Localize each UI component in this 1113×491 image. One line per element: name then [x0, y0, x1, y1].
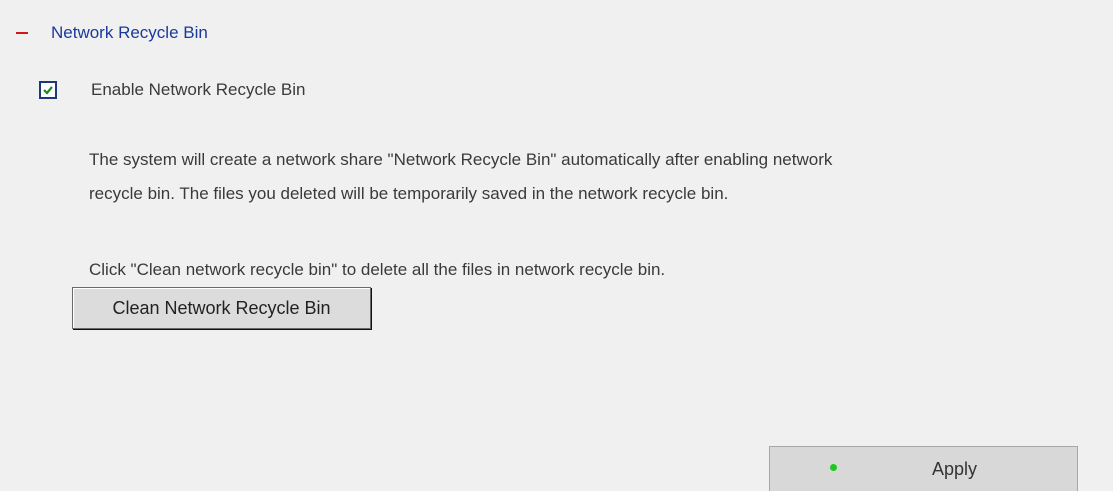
- apply-button[interactable]: Apply: [769, 446, 1078, 491]
- network-recycle-bin-panel: Network Recycle Bin Enable Network Recyc…: [0, 0, 1113, 491]
- green-dot-icon: [830, 464, 837, 471]
- description-line-1: The system will create a network share "…: [89, 150, 833, 169]
- section-title: Network Recycle Bin: [51, 23, 208, 42]
- checkmark-icon: [43, 86, 53, 95]
- apply-label: Apply: [932, 459, 978, 479]
- minus-icon[interactable]: [16, 32, 28, 34]
- clean-instruction: Click "Clean network recycle bin" to del…: [89, 260, 666, 279]
- enable-row: Enable Network Recycle Bin: [39, 79, 305, 101]
- description-line-2: recycle bin. The files you deleted will …: [89, 184, 729, 203]
- clean-network-recycle-bin-button[interactable]: Clean Network Recycle Bin: [72, 287, 371, 329]
- enable-label: Enable Network Recycle Bin: [91, 80, 306, 99]
- description: The system will create a network share "…: [89, 143, 832, 211]
- section-header[interactable]: Network Recycle Bin: [16, 22, 208, 44]
- enable-checkbox[interactable]: [39, 81, 57, 99]
